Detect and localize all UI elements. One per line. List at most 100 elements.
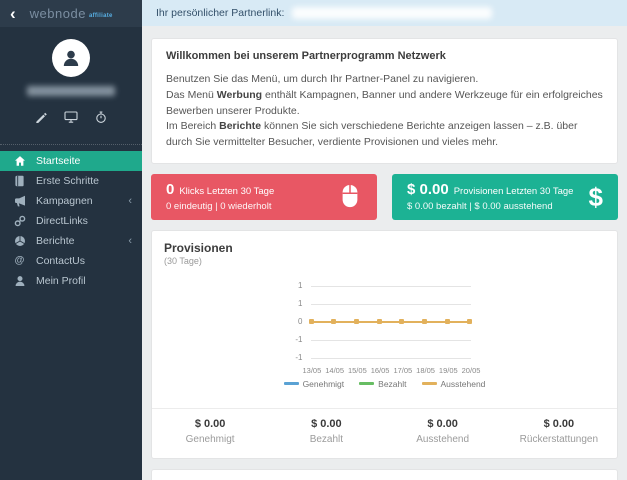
sidebar-item-kampagnen[interactable]: Kampagnen ‹ [0, 191, 142, 211]
sidebar-item-startseite[interactable]: Startseite [0, 151, 142, 171]
data-point-marker [308, 318, 314, 324]
legend-swatch [283, 382, 299, 386]
chart-markers [308, 318, 473, 324]
provisions-title: Provisionen Letzten 30 Tage [453, 186, 574, 198]
provisions-stat-card[interactable]: $ 0.00 Provisionen Letzten 30 Tage $ 0.00… [392, 173, 618, 220]
welcome-title: Willkommen bei unserem Partnerprogramm N… [166, 50, 446, 62]
data-point-marker [353, 318, 359, 324]
provisions-sub: $ 0.00 bezahlt | $ 0.00 ausstehend [407, 201, 553, 213]
chart-title: Provisionen [164, 240, 233, 255]
y-tick-label: -1 [295, 352, 303, 362]
stats-row: 0 Klicks Letzten 30 Tage 0 eindeutig | 0 … [151, 173, 618, 220]
legend-item-bezahlt[interactable]: Bezahlt [359, 379, 407, 389]
x-tick-label: 13/05 [302, 365, 322, 375]
topbar: Ihr persönlicher Partnerlink: [142, 0, 627, 26]
gridline [310, 339, 471, 341]
welcome-line1: Benutzen Sie das Menü, um durch Ihr Part… [166, 73, 479, 85]
sidebar-header: ‹ webnode affiliate [0, 0, 142, 27]
welcome-line2: Das Menü Werbung enthält Kampagnen, Bann… [166, 88, 603, 117]
chevron-left-icon: ‹ [128, 195, 132, 207]
provisions-stat-text: $ 0.00 Provisionen Letzten 30 Tage $ 0.00… [407, 181, 573, 212]
username-blurred [27, 86, 115, 96]
sidebar-item-berichte[interactable]: Berichte ‹ [0, 231, 142, 251]
summary-ausstehend: $ 0.00 Ausstehend [416, 417, 470, 445]
x-tick-label: 18/05 [416, 365, 435, 375]
menu-label: Berichte [36, 235, 75, 247]
welcome-line3: Im Bereich Berichte können Sie sich vers… [166, 120, 578, 148]
y-tick-label: -1 [295, 334, 303, 344]
x-tick-label: 16/05 [370, 365, 390, 375]
summary-bezahlt: $ 0.00 Bezahlt [309, 417, 344, 445]
sidebar-item-directlinks[interactable]: DirectLinks [0, 211, 142, 231]
y-tick-label: 1 [298, 280, 303, 290]
monitor-icon[interactable] [64, 111, 78, 123]
profile-section [0, 27, 142, 135]
legend-item-genehmigt[interactable]: Genehmigt [283, 379, 344, 389]
legend-swatch [421, 382, 437, 386]
logo-suffix: affiliate [88, 13, 113, 19]
bullhorn-icon [13, 195, 26, 207]
summary-genehmigt: $ 0.00 Genehmigt [185, 417, 235, 445]
provisions-chart-card: Provisionen (30 Tage) 1 1 0 -1 -1 13/05 … [151, 229, 618, 459]
data-point-marker [444, 318, 450, 324]
menu-label: ContactUs [36, 255, 86, 267]
book-icon [13, 175, 26, 187]
gridline [310, 303, 471, 305]
edit-pencil-icon[interactable] [35, 111, 47, 123]
chart-summary-row: $ 0.00 Genehmigt $ 0.00 Bezahlt $ 0.00 A… [152, 407, 617, 458]
mouse-icon [342, 185, 358, 208]
data-point-marker [399, 318, 405, 324]
x-tick-label: 19/05 [438, 365, 458, 375]
clicks-value: 0 [166, 181, 175, 199]
timer-icon[interactable] [95, 111, 107, 123]
provisions-value: $ 0.00 [407, 181, 449, 199]
chart-legend: Genehmigt Bezahlt Ausstehend [259, 379, 511, 389]
chevron-left-icon: ‹ [128, 235, 132, 247]
home-icon [13, 155, 26, 167]
data-point-marker [467, 318, 473, 324]
pie-chart-icon [13, 235, 26, 247]
avatar[interactable] [52, 39, 90, 77]
chart-subtitle: (30 Tage) [164, 255, 202, 266]
user-icon [63, 50, 79, 66]
shortcuts-card: Affiliate panel tutorial video Mein Prof… [151, 468, 618, 480]
webnode-logo: webnode affiliate [29, 6, 113, 21]
sidebar-item-erste-schritte[interactable]: Erste Schritte [0, 171, 142, 191]
clicks-title: Klicks Letzten 30 Tage [179, 186, 275, 198]
clicks-stat-card[interactable]: 0 Klicks Letzten 30 Tage 0 eindeutig | 0 … [151, 173, 377, 220]
dollar-icon: $ [588, 181, 603, 212]
menu-label: Startseite [36, 155, 81, 167]
at-sign-icon: @ [14, 255, 25, 266]
summary-rueckerstattungen: $ 0.00 Rückerstattungen [519, 417, 599, 445]
gridline [310, 357, 471, 359]
affiliate-dashboard: ‹ webnode affiliate Startseite Erste Sch… [0, 0, 627, 480]
chart-plot-area [308, 285, 473, 360]
x-tick-label: 20/05 [461, 365, 481, 375]
menu-label: Erste Schritte [36, 175, 100, 187]
menu-label: Mein Profil [36, 275, 86, 287]
y-tick-label: 1 [298, 298, 303, 308]
provisions-chart: 1 1 0 -1 -1 13/05 14/05 15/05 16/05 17/0… [279, 280, 491, 396]
partnerlink-label: Ihr persönlicher Partnerlink: [156, 7, 285, 19]
data-point-marker [422, 318, 428, 324]
y-tick-label: 0 [298, 316, 303, 326]
data-point-marker [376, 318, 382, 324]
menu-label: DirectLinks [36, 215, 88, 227]
welcome-card: Willkommen bei unserem Partnerprogramm N… [151, 38, 618, 164]
sidebar-item-mein-profil[interactable]: Mein Profil [0, 271, 142, 291]
collapse-sidebar-icon[interactable]: ‹ [10, 5, 16, 22]
legend-item-ausstehend[interactable]: Ausstehend [421, 379, 485, 389]
chain-links-icon [13, 215, 26, 227]
data-point-marker [331, 318, 337, 324]
profile-tools [0, 111, 142, 123]
user-icon [13, 275, 26, 287]
clicks-sub: 0 eindeutig | 0 wiederholt [166, 201, 272, 213]
welcome-text: Benutzen Sie das Menü, um durch Ihr Part… [166, 72, 603, 151]
clicks-stat-text: 0 Klicks Letzten 30 Tage 0 eindeutig | 0 … [166, 181, 274, 212]
legend-swatch [359, 382, 375, 386]
partnerlink-value-blurred[interactable] [292, 7, 493, 19]
x-axis-labels: 13/05 14/05 15/05 16/05 17/05 18/05 19/0… [303, 366, 481, 375]
sidebar-item-contactus[interactable]: @ ContactUs [0, 251, 142, 271]
x-tick-label: 15/05 [347, 365, 367, 375]
main-content: Willkommen bei unserem Partnerprogramm N… [142, 26, 627, 480]
